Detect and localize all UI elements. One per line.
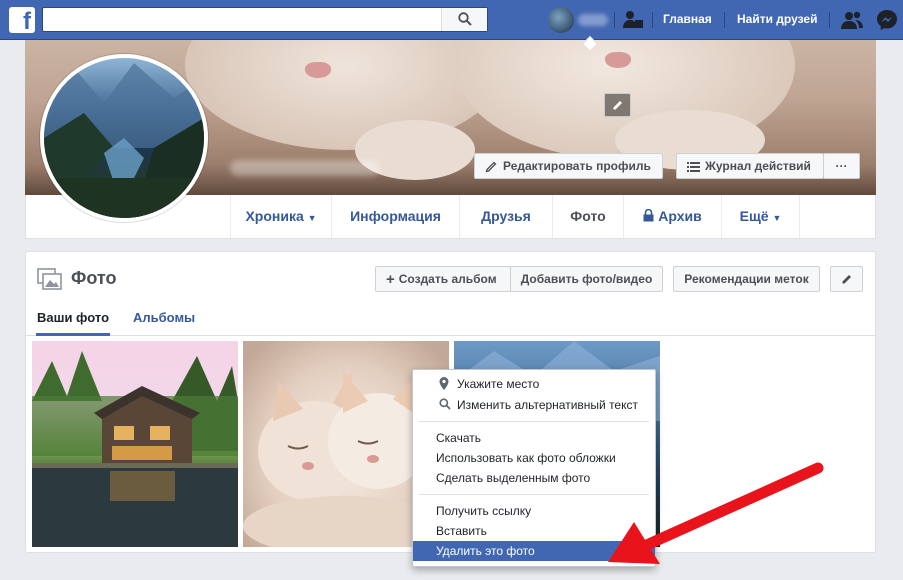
- chevron-down-icon: ▼: [772, 213, 782, 223]
- tab-about-label: Информация: [350, 208, 441, 224]
- create-album-label: Создать альбом: [398, 272, 497, 286]
- list-icon: [687, 162, 700, 173]
- friend-requests-profile-icon[interactable]: [621, 8, 645, 32]
- tab-about[interactable]: Информация: [331, 195, 459, 238]
- tab-photos[interactable]: Фото: [552, 195, 623, 238]
- pencil-icon: [613, 101, 622, 110]
- activity-log-label: Журнал действий: [705, 159, 811, 173]
- search-box[interactable]: [42, 7, 488, 32]
- tab-timeline-label: Хроника: [245, 208, 304, 224]
- nav-divider: [724, 12, 725, 28]
- location-pin-icon: [439, 377, 449, 390]
- photos-subtabs: Ваши фото Альбомы: [26, 302, 875, 336]
- menu-item-download[interactable]: Скачать: [413, 428, 655, 448]
- profile-picture[interactable]: [40, 54, 208, 222]
- tab-your-photos[interactable]: Ваши фото: [37, 310, 109, 325]
- menu-item-add-location[interactable]: Укажите место: [413, 374, 655, 394]
- pencil-icon: [842, 275, 851, 284]
- create-album-button[interactable]: + Создать альбом: [375, 266, 511, 292]
- lake-house-image: [32, 351, 238, 547]
- menu-separator: [419, 421, 649, 422]
- tab-photos-label: Фото: [570, 208, 606, 224]
- menu-item-edit-alt-text[interactable]: Изменить альтернативный текст: [413, 395, 655, 415]
- cover-kitten-nose: [605, 52, 631, 68]
- tag-suggestions-button[interactable]: Рекомендации меток: [673, 266, 820, 292]
- tag-suggestions-label: Рекомендации меток: [684, 272, 809, 286]
- photos-title: Фото: [71, 268, 117, 288]
- profile-avatar-small[interactable]: [548, 7, 574, 33]
- mountain-valley-image: [44, 63, 204, 218]
- tab-more[interactable]: Ещё ▼: [721, 195, 800, 238]
- tab-friends-label: Друзья: [481, 208, 531, 224]
- chevron-down-icon: ▼: [307, 213, 317, 223]
- menu-item-label: Укажите место: [457, 377, 540, 391]
- tab-more-label: Ещё: [739, 208, 769, 224]
- profile-name-blurred: [230, 160, 380, 176]
- photo-edit-button[interactable]: [604, 93, 631, 117]
- search-icon: [439, 398, 451, 410]
- tab-archive-label: Архив: [658, 208, 702, 224]
- cover-kitten-nose: [305, 62, 331, 78]
- edit-profile-label: Редактировать профиль: [503, 159, 651, 173]
- tab-albums[interactable]: Альбомы: [133, 310, 195, 325]
- more-options-button[interactable]: ···: [823, 153, 860, 179]
- tab-friends[interactable]: Друзья: [459, 195, 552, 238]
- facebook-logo[interactable]: f: [9, 7, 35, 33]
- photo-thumbnail-lake-house[interactable]: [32, 341, 238, 547]
- menu-item-label: Изменить альтернативный текст: [457, 398, 638, 412]
- search-button[interactable]: [441, 8, 487, 31]
- more-dots-icon: ···: [835, 159, 848, 173]
- find-friends-link[interactable]: Найти друзей: [737, 12, 817, 26]
- tab-timeline[interactable]: Хроника ▼: [230, 195, 331, 238]
- activity-log-button[interactable]: Журнал действий: [676, 153, 824, 179]
- friends-icon[interactable]: [840, 8, 864, 32]
- edit-photos-button[interactable]: [830, 266, 863, 292]
- plus-icon: +: [386, 271, 395, 288]
- edit-profile-button[interactable]: Редактировать профиль: [474, 153, 663, 179]
- top-navigation-bar: f Главная Найти друзей: [0, 0, 903, 40]
- add-photo-video-label: Добавить фото/видео: [520, 272, 653, 286]
- home-link[interactable]: Главная: [663, 12, 712, 26]
- annotation-arrow-icon: [608, 462, 824, 564]
- search-input[interactable]: [49, 12, 439, 28]
- nav-divider: [652, 12, 653, 28]
- nav-divider: [829, 12, 830, 28]
- lock-icon: [643, 208, 654, 222]
- add-photo-video-button[interactable]: Добавить фото/видео: [510, 266, 663, 292]
- tab-archive[interactable]: Архив: [623, 195, 721, 238]
- search-icon: [458, 12, 472, 26]
- pencil-icon: [485, 161, 497, 173]
- active-subtab-indicator: [36, 333, 110, 336]
- photos-icon: [37, 268, 62, 290]
- messenger-icon[interactable]: [875, 8, 899, 32]
- nav-divider: [614, 12, 615, 28]
- profile-name-blurred[interactable]: [578, 14, 608, 26]
